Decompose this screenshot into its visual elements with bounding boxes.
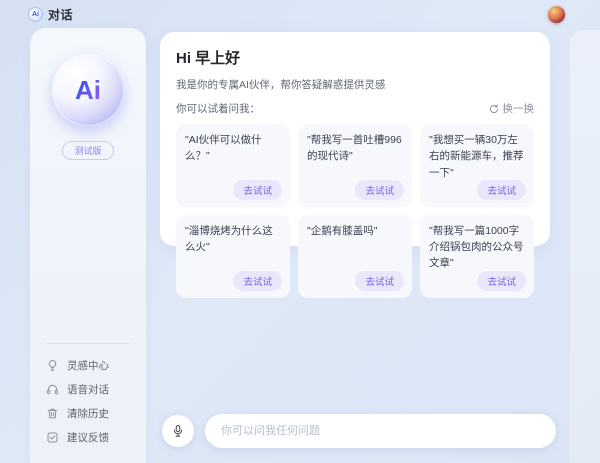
feedback-icon [46,431,59,444]
card-question: "AI伙伴可以做什么？" [185,132,281,165]
try-button[interactable]: 去试试 [233,180,282,200]
suggestion-card: "帮我写一篇1000字介绍锅包肉的公众号文章" 去试试 [420,215,534,298]
suggestion-card: "淄博烧烤为什么这么火" 去试试 [176,215,290,298]
sidebar-item-inspiration[interactable]: 灵感中心 [46,353,130,377]
input-bar [162,413,556,449]
try-button[interactable]: 去试试 [355,271,404,291]
mic-icon [171,424,185,438]
app-brand: Ai 对话 [28,6,73,23]
headset-icon [46,383,59,396]
card-question: "帮我写一首吐槽996的现代诗" [307,132,403,165]
app-window: Ai 对话 Ai 测试版 灵感中心 [0,0,600,463]
ai-logo-text: Ai [75,75,101,106]
main-panel: Hi 早上好 我是你的专属AI伙伴，帮你答疑解惑提供灵感 你可以试着问我： 换一… [160,32,550,246]
try-button[interactable]: 去试试 [355,180,404,200]
prompt-label: 你可以试着问我： [176,101,260,116]
try-button[interactable]: 去试试 [477,180,526,200]
mic-button[interactable] [162,415,194,447]
suggestion-card: "AI伙伴可以做什么？" 去试试 [176,124,290,207]
suggestion-card: "我想买一辆30万左右的新能源车，推荐一下" 去试试 [420,124,534,207]
prompt-row: 你可以试着问我： 换一换 [176,101,534,116]
sidebar-item-label: 灵感中心 [67,358,109,373]
suggestion-card: "帮我写一首吐槽996的现代诗" 去试试 [298,124,412,207]
app-logo-icon: Ai [28,7,43,22]
app-title: 对话 [48,6,73,23]
sidebar-item-label: 清除历史 [67,406,109,421]
question-input[interactable] [205,414,556,448]
greeting: Hi 早上好 [176,47,534,68]
card-question: "帮我写一篇1000字介绍锅包肉的公众号文章" [429,223,525,272]
try-button[interactable]: 去试试 [477,271,526,291]
sidebar-item-voice-chat[interactable]: 语音对话 [46,377,130,401]
beta-badge: 测试版 [62,141,113,160]
card-question: "淄博烧烤为什么这么火" [185,223,281,256]
suggestion-cards: "AI伙伴可以做什么？" 去试试 "帮我写一首吐槽996的现代诗" 去试试 "我… [176,124,534,298]
sidebar-item-label: 语音对话 [67,382,109,397]
sidebar-menu: 灵感中心 语音对话 [46,343,130,449]
refresh-icon [489,104,499,114]
sidebar-item-label: 建议反馈 [67,430,109,445]
sidebar-item-feedback[interactable]: 建议反馈 [46,425,130,449]
trash-icon [46,407,59,420]
card-question: "我想买一辆30万左右的新能源车，推荐一下" [429,132,525,181]
subtitle: 我是你的专属AI伙伴，帮你答疑解惑提供灵感 [176,77,534,92]
user-avatar[interactable] [548,6,565,23]
sidebar: Ai 测试版 灵感中心 [30,28,146,463]
sidebar-item-clear-history[interactable]: 清除历史 [46,401,130,425]
sidebar-divider [46,343,130,344]
topbar: Ai 对话 [0,0,600,28]
refresh-button[interactable]: 换一换 [489,101,535,116]
suggestion-card: "企鹅有膝盖吗" 去试试 [298,215,412,298]
ai-logo: Ai [52,54,124,126]
lightbulb-icon [46,359,59,372]
try-button[interactable]: 去试试 [233,271,282,291]
refresh-label: 换一换 [503,101,535,116]
card-question: "企鹅有膝盖吗" [307,223,403,239]
